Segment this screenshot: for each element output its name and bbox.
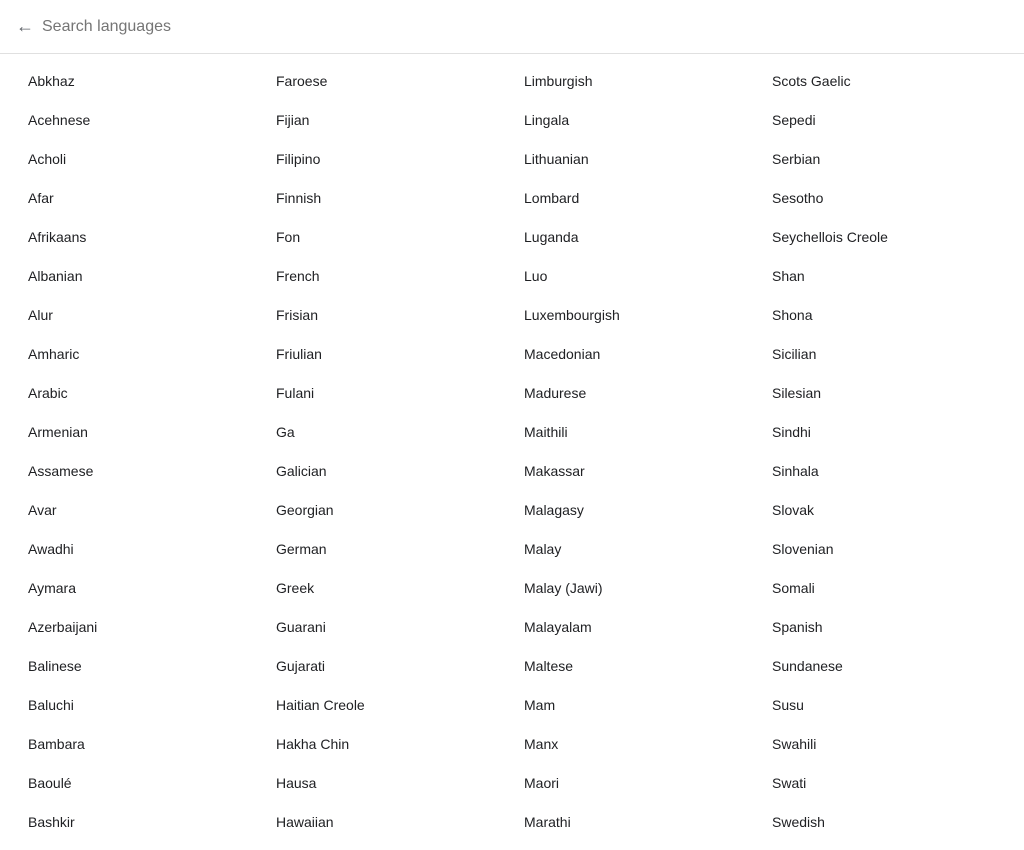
language-item[interactable]: Maori xyxy=(512,764,760,803)
language-item[interactable]: Sepedi xyxy=(760,101,1008,140)
language-item[interactable]: Scots Gaelic xyxy=(760,62,1008,101)
language-item[interactable]: Malay (Jawi) xyxy=(512,569,760,608)
language-item[interactable]: Serbian xyxy=(760,140,1008,179)
language-item[interactable]: Sicilian xyxy=(760,335,1008,374)
language-item[interactable]: German xyxy=(264,530,512,569)
language-item[interactable]: Finnish xyxy=(264,179,512,218)
language-item[interactable]: Sindhi xyxy=(760,413,1008,452)
language-item[interactable]: Lingala xyxy=(512,101,760,140)
language-item[interactable]: Baluchi xyxy=(16,686,264,725)
language-item[interactable]: Hawaiian xyxy=(264,803,512,842)
language-item[interactable]: Acehnese xyxy=(16,101,264,140)
language-item[interactable]: Balinese xyxy=(16,647,264,686)
language-item[interactable]: Sesotho xyxy=(760,179,1008,218)
language-item[interactable]: Amharic xyxy=(16,335,264,374)
language-item[interactable]: Somali xyxy=(760,569,1008,608)
language-item[interactable]: Aymara xyxy=(16,569,264,608)
language-item[interactable]: Luxembourgish xyxy=(512,296,760,335)
language-item[interactable]: Shan xyxy=(760,257,1008,296)
language-item[interactable]: Bambara xyxy=(16,725,264,764)
language-item[interactable]: Malay xyxy=(512,530,760,569)
language-item[interactable]: Silesian xyxy=(760,374,1008,413)
language-item[interactable]: Galician xyxy=(264,452,512,491)
language-item[interactable]: Mam xyxy=(512,686,760,725)
language-item[interactable]: Azerbaijani xyxy=(16,608,264,647)
language-item[interactable]: Seychellois Creole xyxy=(760,218,1008,257)
language-item[interactable]: Macedonian xyxy=(512,335,760,374)
language-item[interactable]: Makassar xyxy=(512,452,760,491)
language-item[interactable]: Fulani xyxy=(264,374,512,413)
language-item[interactable]: Lombard xyxy=(512,179,760,218)
language-item[interactable]: Marathi xyxy=(512,803,760,842)
language-item[interactable]: Haitian Creole xyxy=(264,686,512,725)
language-item[interactable]: Manx xyxy=(512,725,760,764)
language-item[interactable]: Gujarati xyxy=(264,647,512,686)
search-input[interactable] xyxy=(42,18,1008,36)
language-item[interactable]: Friulian xyxy=(264,335,512,374)
language-item[interactable]: Susu xyxy=(760,686,1008,725)
language-item[interactable]: Shona xyxy=(760,296,1008,335)
language-grid: AbkhazFaroeseLimburgishScots Gaelic Acehn… xyxy=(0,54,1024,850)
language-item[interactable]: Alur xyxy=(16,296,264,335)
language-item[interactable]: Armenian xyxy=(16,413,264,452)
language-item[interactable]: Filipino xyxy=(264,140,512,179)
language-item[interactable]: Malagasy xyxy=(512,491,760,530)
back-button[interactable]: ← xyxy=(16,12,42,41)
language-item[interactable]: Afar xyxy=(16,179,264,218)
language-item[interactable]: French xyxy=(264,257,512,296)
language-item[interactable]: Slovak xyxy=(760,491,1008,530)
header: ← xyxy=(0,0,1024,54)
language-item[interactable]: Limburgish xyxy=(512,62,760,101)
language-item[interactable]: Awadhi xyxy=(16,530,264,569)
language-item[interactable]: Baoulé xyxy=(16,764,264,803)
language-item[interactable]: Lithuanian xyxy=(512,140,760,179)
language-item[interactable]: Malayalam xyxy=(512,608,760,647)
language-item[interactable]: Sundanese xyxy=(760,647,1008,686)
back-icon: ← xyxy=(16,16,34,37)
language-item[interactable]: Swati xyxy=(760,764,1008,803)
language-item[interactable]: Assamese xyxy=(16,452,264,491)
language-item[interactable]: Slovenian xyxy=(760,530,1008,569)
language-item[interactable]: Afrikaans xyxy=(16,218,264,257)
language-item[interactable]: Luganda xyxy=(512,218,760,257)
language-item[interactable]: Acholi xyxy=(16,140,264,179)
language-item[interactable]: Greek xyxy=(264,569,512,608)
language-item[interactable]: Fon xyxy=(264,218,512,257)
language-item[interactable]: Luo xyxy=(512,257,760,296)
language-item[interactable]: Guarani xyxy=(264,608,512,647)
language-item[interactable]: Maithili xyxy=(512,413,760,452)
language-item[interactable]: Madurese xyxy=(512,374,760,413)
language-item[interactable]: Frisian xyxy=(264,296,512,335)
language-item[interactable]: Spanish xyxy=(760,608,1008,647)
language-item[interactable]: Abkhaz xyxy=(16,62,264,101)
language-item[interactable]: Swahili xyxy=(760,725,1008,764)
language-item[interactable]: Hakha Chin xyxy=(264,725,512,764)
language-item[interactable]: Swedish xyxy=(760,803,1008,842)
language-item[interactable]: Faroese xyxy=(264,62,512,101)
language-item[interactable]: Sinhala xyxy=(760,452,1008,491)
language-item[interactable]: Hausa xyxy=(264,764,512,803)
language-item[interactable]: Albanian xyxy=(16,257,264,296)
language-item[interactable]: Georgian xyxy=(264,491,512,530)
language-item[interactable]: Fijian xyxy=(264,101,512,140)
language-item[interactable]: Maltese xyxy=(512,647,760,686)
language-item[interactable]: Ga xyxy=(264,413,512,452)
language-item[interactable]: Avar xyxy=(16,491,264,530)
language-item[interactable]: Arabic xyxy=(16,374,264,413)
language-item[interactable]: Bashkir xyxy=(16,803,264,842)
